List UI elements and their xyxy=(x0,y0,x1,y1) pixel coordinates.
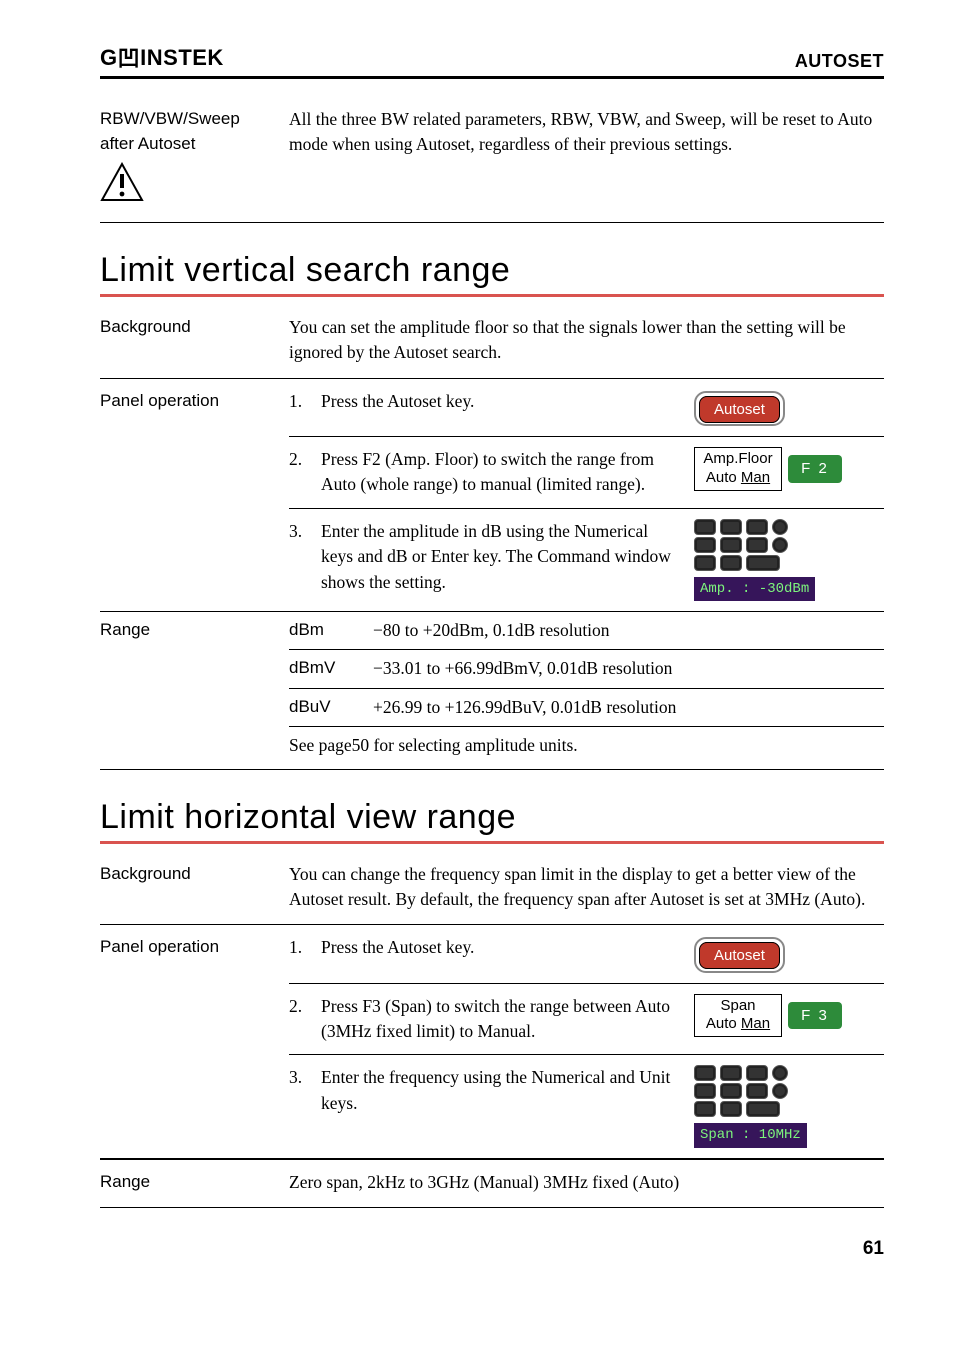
lv-step-3: 3. Enter the amplitude in dB using the N… xyxy=(289,509,884,611)
range-sub-row: dBm −80 to +20dBm, 0.1dB resolution xyxy=(289,612,884,650)
range-sub-row: dBuV +26.99 to +126.99dBuV, 0.01dB resol… xyxy=(289,689,884,727)
step-number: 3. xyxy=(289,1065,311,1090)
range-sub-row: dBmV −33.01 to +66.99dBmV, 0.01dB resolu… xyxy=(289,650,884,688)
range-text: −33.01 to +66.99dBmV, 0.01dB resolution xyxy=(373,656,884,681)
lv-background-text: You can set the amplitude floor so that … xyxy=(289,315,884,366)
softkey-line2a: Auto xyxy=(706,469,741,486)
lh-step3-icon: Span : 10MHz xyxy=(694,1065,884,1147)
lh-step-1: 1. Press the Autoset key. Autoset xyxy=(289,925,884,983)
softkey-row: Amp.Floor Auto Man F 2 xyxy=(694,447,842,491)
command-bar: Span : 10MHz xyxy=(694,1123,807,1147)
lv-step1-text: Press the Autoset key. xyxy=(321,389,684,414)
lh-range-row: Range Zero span, 2kHz to 3GHz (Manual) 3… xyxy=(100,1159,884,1207)
lv-panel-label: Panel operation xyxy=(100,379,275,414)
softkey-line2b: Man xyxy=(741,469,770,486)
softkey-line1: Amp.Floor xyxy=(703,450,772,467)
lh-background-label: Background xyxy=(100,862,275,887)
lh-range-row-bottom-border xyxy=(100,1207,884,1208)
lv-step2-icon: Amp.Floor Auto Man F 2 xyxy=(694,447,884,491)
lh-panel-row: Panel operation 1. Press the Autoset key… xyxy=(100,925,884,1158)
lh-range-label: Range xyxy=(100,1170,275,1195)
keypad-icon xyxy=(694,1065,788,1117)
rbw-label-line1: RBW/VBW/Sweep xyxy=(100,109,240,128)
f2-key[interactable]: F 2 xyxy=(788,455,842,483)
softkey-line1: Span xyxy=(720,997,755,1014)
step-number: 3. xyxy=(289,519,311,544)
lh-step-3: 3. Enter the frequency using the Numeric… xyxy=(289,1055,884,1157)
rbw-body: All the three BW related parameters, RBW… xyxy=(289,107,884,158)
row-rbw: RBW/VBW/Sweep after Autoset All the thre… xyxy=(100,97,884,223)
lh-background-text: You can change the frequency span limit … xyxy=(289,862,884,913)
step-number: 1. xyxy=(289,935,311,960)
lh-step3-text: Enter the frequency using the Numerical … xyxy=(321,1065,684,1116)
autoset-button[interactable]: Autoset xyxy=(694,391,785,426)
lv-background-row: Background You can set the amplitude flo… xyxy=(100,305,884,379)
lh-panel-label: Panel operation xyxy=(100,925,275,960)
lv-step-2: 2. Press F2 (Amp. Floor) to switch the r… xyxy=(289,437,884,509)
header-title: AUTOSET xyxy=(795,51,884,72)
step-number: 1. xyxy=(289,389,311,414)
warning-icon xyxy=(100,162,144,210)
lv-step3-icon: Amp. : -30dBm xyxy=(694,519,884,601)
range-footer: See page50 for selecting amplitude units… xyxy=(289,727,884,768)
lh-step2-text: Press F3 (Span) to switch the range betw… xyxy=(321,994,684,1045)
page: G凹INSTEK AUTOSET RBW/VBW/Sweep after Aut… xyxy=(0,0,954,1280)
lv-step-1: 1. Press the Autoset key. Autoset xyxy=(289,379,884,437)
step-number: 2. xyxy=(289,447,311,472)
range-unit: dBm xyxy=(289,618,357,643)
range-text: +26.99 to +126.99dBuV, 0.01dB resolution xyxy=(373,695,884,720)
lh-step2-icon: Span Auto Man F 3 xyxy=(694,994,884,1038)
lh-background-row: Background You can change the frequency … xyxy=(100,852,884,926)
leftcol-rbw: RBW/VBW/Sweep after Autoset xyxy=(100,107,275,210)
command-bar: Amp. : -30dBm xyxy=(694,577,815,601)
f3-key[interactable]: F 3 xyxy=(788,1002,842,1030)
lh-range-text: Zero span, 2kHz to 3GHz (Manual) 3MHz fi… xyxy=(289,1170,884,1195)
softkey-row: Span Auto Man F 3 xyxy=(694,994,842,1038)
step-number: 2. xyxy=(289,994,311,1019)
keypad-icon xyxy=(694,519,788,571)
lv-step1-icon: Autoset xyxy=(694,389,884,426)
lh-step-2: 2. Press F3 (Span) to switch the range b… xyxy=(289,984,884,1056)
autoset-button[interactable]: Autoset xyxy=(694,937,785,972)
range-unit: dBmV xyxy=(289,656,357,681)
range-unit: dBuV xyxy=(289,695,357,720)
lv-range-row: Range dBm −80 to +20dBm, 0.1dB resolutio… xyxy=(100,612,884,770)
underline-2 xyxy=(100,841,884,844)
autoset-button-label: Autoset xyxy=(699,396,780,423)
lv-range-label: Range xyxy=(100,612,275,769)
lv-background-label: Background xyxy=(100,315,275,340)
lh-step1-text: Press the Autoset key. xyxy=(321,935,684,960)
rbw-label-line2: after Autoset xyxy=(100,134,195,153)
lh-step1-icon: Autoset xyxy=(694,935,884,972)
softkey-line2b: Man xyxy=(741,1015,770,1032)
lv-step3-text: Enter the amplitude in dB using the Nume… xyxy=(321,519,684,595)
page-header: G凹INSTEK AUTOSET xyxy=(100,40,884,79)
logo-text: G凹INSTEK xyxy=(100,40,224,72)
softkey-span[interactable]: Span Auto Man xyxy=(694,994,782,1038)
heading-limit-horizontal: Limit horizontal view range xyxy=(100,798,884,837)
autoset-button-label: Autoset xyxy=(699,942,780,969)
range-text: −80 to +20dBm, 0.1dB resolution xyxy=(373,618,884,643)
softkey-line2a: Auto xyxy=(706,1015,741,1032)
lv-step2-text: Press F2 (Amp. Floor) to switch the rang… xyxy=(321,447,684,498)
underline-1 xyxy=(100,294,884,297)
heading-limit-vertical: Limit vertical search range xyxy=(100,251,884,290)
softkey-amp-floor[interactable]: Amp.Floor Auto Man xyxy=(694,447,782,491)
page-number: 61 xyxy=(100,1238,884,1260)
lv-panel-row: Panel operation 1. Press the Autoset key… xyxy=(100,379,884,612)
